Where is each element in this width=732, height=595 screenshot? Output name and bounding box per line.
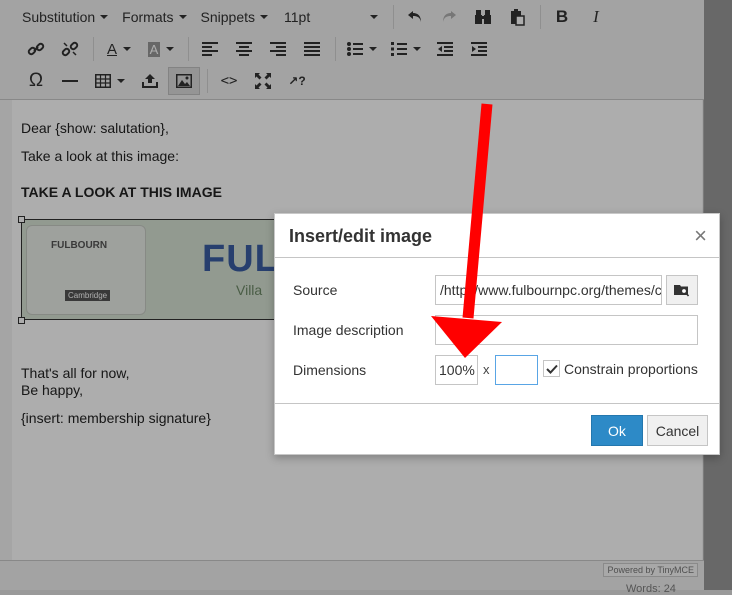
checkmark-icon [545,364,558,374]
width-input[interactable]: 100% [435,355,478,385]
ok-button[interactable]: Ok [591,415,643,446]
word-count: Words: 24 [626,583,676,595]
source-input[interactable]: /https/www.fulbournpc.org/themes/c [435,275,662,305]
height-input[interactable] [495,355,538,385]
description-label: Image description [293,322,404,338]
image-description-input[interactable] [435,315,698,345]
dialog-header: Insert/edit image × [275,214,719,258]
dialog-body: Source /https/www.fulbournpc.org/themes/… [275,258,719,404]
folder-search-icon [674,285,690,297]
close-icon[interactable]: × [694,223,707,249]
dimensions-label: Dimensions [293,362,367,378]
source-label: Source [293,282,338,298]
insert-image-dialog: Insert/edit image × Source /https/www.fu… [274,213,720,455]
browse-button[interactable] [666,275,698,305]
dimension-separator: x [483,362,490,377]
constrain-proportions-checkbox[interactable] [543,360,560,377]
dialog-title: Insert/edit image [289,226,433,246]
cancel-button[interactable]: Cancel [647,415,708,446]
constrain-proportions-label[interactable]: Constrain proportions [564,361,698,377]
